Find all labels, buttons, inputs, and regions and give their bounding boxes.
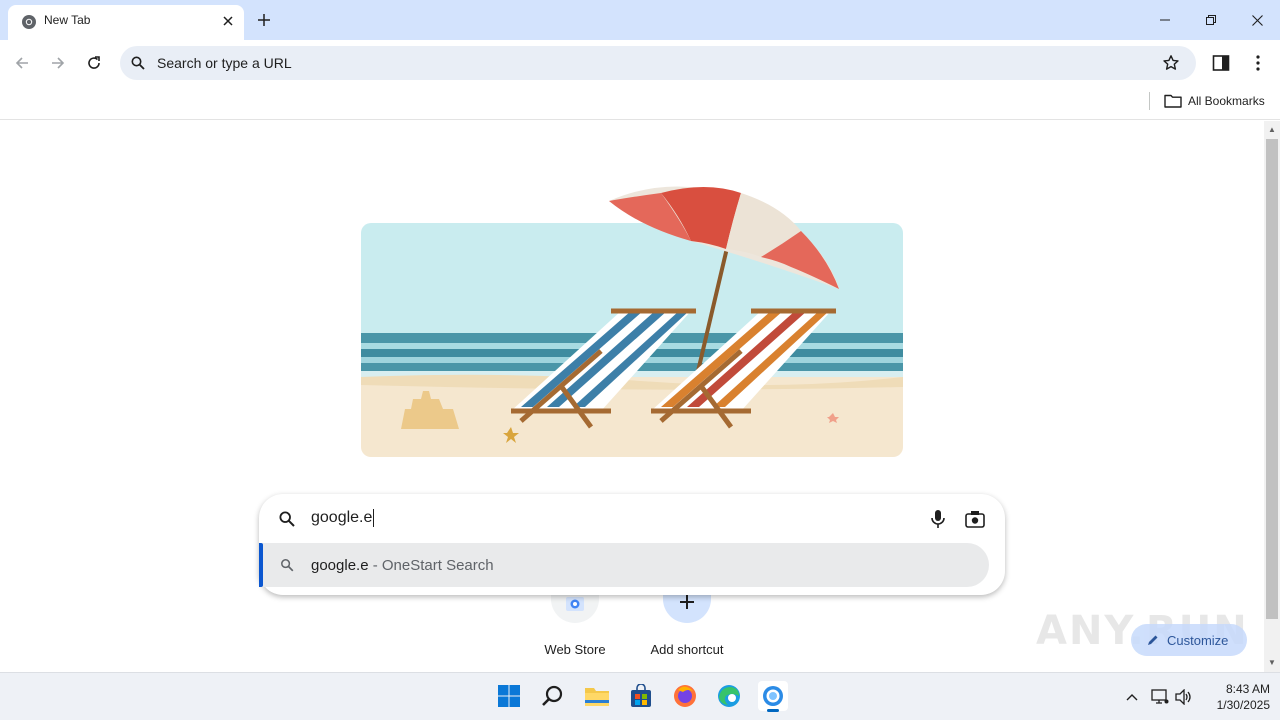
microphone-icon[interactable] [929, 509, 947, 529]
volume-icon[interactable] [1174, 687, 1194, 707]
search-icon [131, 56, 145, 70]
back-button[interactable] [12, 53, 32, 73]
search-icon [279, 511, 295, 527]
new-tab-page: Web Store Add shortcut google.e google.e… [0, 121, 1264, 672]
firefox-icon[interactable] [670, 681, 700, 711]
start-icon[interactable] [494, 681, 524, 711]
side-panel-icon[interactable] [1211, 53, 1231, 73]
realbox-search: google.e google.e - OneStart Search [259, 494, 1005, 595]
forward-button[interactable] [48, 53, 68, 73]
address-bar[interactable]: Search or type a URL [120, 46, 1196, 80]
all-bookmarks-label: All Bookmarks [1188, 94, 1265, 108]
edge-icon[interactable] [714, 681, 744, 711]
search-input[interactable]: google.e [311, 509, 375, 527]
new-tab-button[interactable] [254, 10, 274, 30]
page-scrollbar[interactable]: ▲ ▼ [1264, 121, 1280, 672]
chevron-up-icon[interactable] [1122, 687, 1142, 707]
search-query: google.e [311, 509, 373, 526]
address-bar-placeholder: Search or type a URL [157, 55, 292, 71]
onestart-icon[interactable] [758, 681, 788, 712]
system-clock[interactable]: 8:43 AM 1/30/2025 [1196, 681, 1270, 713]
autocomplete-suggestion[interactable]: google.e - OneStart Search [259, 543, 989, 587]
active-app-indicator [767, 709, 779, 712]
tab-strip: New Tab [0, 0, 1280, 40]
chrome-favicon-icon [22, 15, 36, 29]
suggestion-provider: - OneStart Search [368, 557, 494, 574]
search-icon[interactable] [538, 681, 568, 711]
all-bookmarks-button[interactable]: All Bookmarks [1164, 91, 1265, 111]
suggestion-query: google.e [311, 557, 369, 574]
tab-new-tab[interactable]: New Tab [8, 5, 244, 40]
reload-button[interactable] [84, 53, 104, 73]
network-icon[interactable] [1150, 687, 1170, 707]
clock-time: 8:43 AM [1225, 682, 1270, 696]
selection-indicator [259, 543, 263, 587]
scroll-thumb[interactable] [1266, 139, 1278, 619]
close-window-button[interactable] [1247, 10, 1267, 30]
bookmark-star-icon[interactable] [1162, 54, 1180, 72]
camera-search-icon[interactable] [965, 510, 985, 528]
beach-doodle-image[interactable] [361, 171, 903, 461]
file-explorer-icon[interactable] [582, 681, 612, 711]
minimize-button[interactable] [1155, 10, 1175, 30]
scroll-down-icon[interactable]: ▼ [1268, 659, 1276, 667]
store-icon[interactable] [626, 681, 656, 711]
restore-button[interactable] [1201, 10, 1221, 30]
suggestion-text: google.e - OneStart Search [311, 557, 494, 574]
tab-close-icon[interactable] [220, 13, 236, 29]
search-icon [281, 559, 294, 572]
shortcut-label: Add shortcut [650, 642, 724, 657]
text-caret [373, 509, 375, 527]
folder-icon [1164, 94, 1182, 108]
scroll-up-icon[interactable]: ▲ [1268, 126, 1276, 134]
customize-button[interactable]: Customize [1131, 624, 1247, 656]
bookmarks-bar: All Bookmarks [0, 86, 1280, 120]
menu-icon[interactable] [1248, 53, 1268, 73]
clock-date: 1/30/2025 [1216, 698, 1270, 712]
customize-label: Customize [1167, 632, 1229, 648]
bookmarks-separator [1149, 92, 1150, 110]
browser-toolbar: Search or type a URL [0, 40, 1280, 86]
pencil-icon [1148, 635, 1158, 645]
tab-title: New Tab [44, 13, 91, 27]
shortcut-label: Web Store [544, 642, 606, 657]
windows-taskbar: 8:43 AM 1/30/2025 [0, 672, 1280, 720]
